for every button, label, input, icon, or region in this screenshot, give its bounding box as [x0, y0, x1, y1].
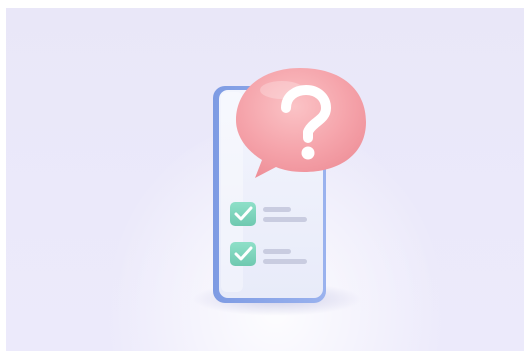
checkbox-checked-icon	[230, 202, 256, 226]
text-line	[263, 207, 291, 212]
text-line	[263, 249, 291, 254]
illustration-scene	[0, 0, 530, 358]
checkbox-checked-icon	[230, 242, 256, 266]
text-line	[263, 259, 307, 264]
smartphone-illustration	[213, 68, 366, 303]
text-line	[263, 217, 307, 222]
